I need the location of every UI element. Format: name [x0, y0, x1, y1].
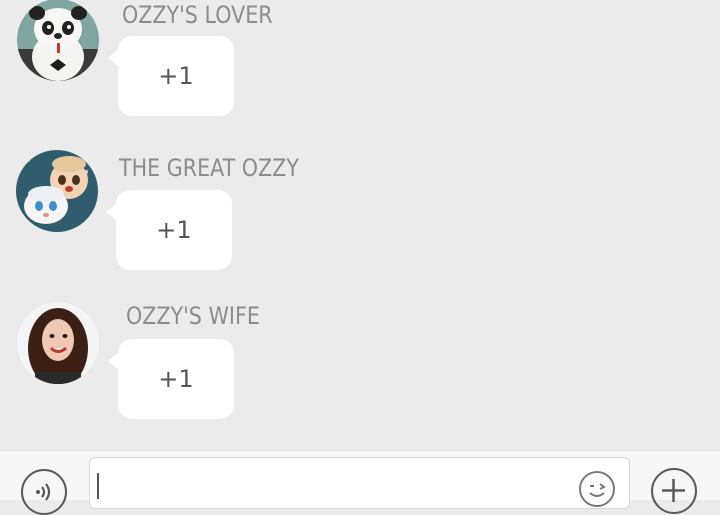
avatar[interactable] — [17, 0, 99, 81]
emoji-button[interactable] — [579, 471, 615, 507]
voice-button[interactable] — [21, 469, 67, 515]
avatar[interactable] — [17, 302, 99, 384]
chat-input-bar — [0, 450, 720, 515]
message-text: +1 — [156, 216, 192, 244]
message-input[interactable] — [89, 457, 630, 509]
message-bubble[interactable]: +1 — [108, 36, 234, 116]
anime-children-avatar-image — [16, 150, 98, 232]
message-bubble[interactable]: +1 — [108, 339, 234, 419]
voice-icon — [36, 483, 51, 501]
message-bubble[interactable]: +1 — [106, 190, 232, 270]
chat-message: OZZY'S WIFE +1 — [0, 300, 720, 430]
message-text: +1 — [158, 365, 194, 393]
message-text: +1 — [158, 62, 194, 90]
sender-name: OZZY'S LOVER — [122, 1, 273, 29]
add-attachment-button[interactable] — [651, 468, 697, 514]
text-caret — [97, 473, 99, 499]
sender-name: THE GREAT OZZY — [119, 154, 299, 182]
chat-message: OZZY'S LOVER +1 — [0, 0, 720, 116]
chat-message-list: OZZY'S LOVER +1 THE GREAT OZZY +1 OZZY'S… — [0, 0, 720, 450]
panda-avatar-image — [17, 0, 99, 81]
emoji-icon — [589, 483, 606, 497]
woman-portrait-avatar-image — [17, 302, 99, 384]
avatar[interactable] — [16, 150, 98, 232]
chat-message: THE GREAT OZZY +1 — [0, 150, 720, 280]
sender-name: OZZY'S WIFE — [126, 302, 260, 330]
plus-icon — [662, 479, 685, 502]
